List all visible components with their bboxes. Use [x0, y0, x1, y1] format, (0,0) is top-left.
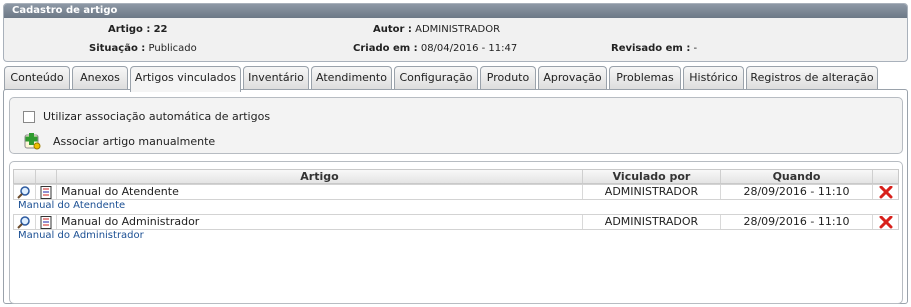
autor-field: Autor : ADMINISTRADOR: [373, 24, 500, 35]
magnifier-icon[interactable]: [17, 216, 31, 229]
tab-bar: Conteúdo Anexos Artigos vinculados Inven…: [4, 66, 908, 92]
header-artigo: Artigo: [56, 170, 582, 183]
tab-atendimento[interactable]: Atendimento: [311, 66, 392, 90]
manual-association-button[interactable]: Associar artigo manualmente: [53, 135, 215, 148]
article-title: Manual do Atendente: [56, 185, 582, 199]
criado-value: 08/04/2016 - 11:47: [420, 43, 518, 54]
article-link[interactable]: Manual do Administrador: [18, 230, 144, 241]
linked-by: ADMINISTRADOR: [582, 215, 720, 229]
tab-produto[interactable]: Produto: [480, 66, 536, 90]
revisado-field: Revisado em : -: [611, 43, 697, 54]
tab-content-artigos-vinculados: Utilizar associação automática de artigo…: [3, 89, 908, 304]
document-list-icon[interactable]: [39, 186, 53, 199]
article-link[interactable]: Manual do Atendente: [18, 200, 125, 211]
panel-title: Cadastro de artigo: [4, 4, 907, 18]
linked-articles-table: Artigo Viculado por Quando Manual do Ate…: [9, 161, 903, 304]
table-header: Artigo Viculado por Quando: [13, 169, 899, 184]
tab-artigos-vinculados[interactable]: Artigos vinculados: [130, 66, 241, 92]
auto-association-checkbox[interactable]: [23, 111, 35, 123]
artigo-label: Artigo :: [108, 24, 151, 35]
tab-configuracao[interactable]: Configuração: [394, 66, 478, 90]
delete-x-icon[interactable]: [879, 186, 893, 199]
header-view-col: [14, 170, 35, 183]
linked-when: 28/09/2016 - 11:10: [720, 185, 872, 199]
details-cell: [35, 215, 56, 229]
magnifier-icon[interactable]: [17, 186, 31, 199]
tab-anexos[interactable]: Anexos: [72, 66, 128, 90]
details-cell: [35, 185, 56, 199]
tab-aprovacao[interactable]: Aprovação: [538, 66, 607, 90]
tab-inventario[interactable]: Inventário: [243, 66, 309, 90]
tab-problemas[interactable]: Problemas: [609, 66, 681, 90]
table-row: Manual do Administrador ADMINISTRADOR 28…: [13, 214, 899, 230]
tab-registros-alteracao[interactable]: Registros de alteração: [746, 66, 878, 90]
situacao-value: Publicado: [148, 43, 197, 54]
linked-when: 28/09/2016 - 11:10: [720, 215, 872, 229]
tab-historico[interactable]: Histórico: [683, 66, 744, 90]
tab-conteudo[interactable]: Conteúdo: [4, 66, 70, 90]
article-title: Manual do Administrador: [56, 215, 582, 229]
artigo-field: Artigo : 22: [108, 24, 168, 35]
header-details-col: [35, 170, 56, 183]
table-row: Manual do Atendente ADMINISTRADOR 28/09/…: [13, 184, 899, 200]
header-actions-col: [872, 170, 898, 183]
header-vinculado-por: Viculado por: [582, 170, 720, 183]
linked-by: ADMINISTRADOR: [582, 185, 720, 199]
add-article-icon[interactable]: [22, 132, 42, 150]
delete-cell: [872, 185, 898, 199]
revisado-label: Revisado em :: [611, 43, 691, 54]
criado-label: Criado em :: [353, 43, 418, 54]
situacao-label: Situação :: [89, 43, 146, 54]
autor-value: ADMINISTRADOR: [415, 24, 501, 35]
header-quando: Quando: [720, 170, 872, 183]
delete-x-icon[interactable]: [879, 216, 893, 229]
auto-association-label: Utilizar associação automática de artigo…: [43, 110, 271, 123]
autor-label: Autor :: [373, 24, 412, 35]
artigo-value: 22: [153, 24, 168, 35]
delete-cell: [872, 215, 898, 229]
document-list-icon[interactable]: [39, 216, 53, 229]
revisado-value: -: [693, 43, 698, 54]
view-cell: [14, 215, 35, 229]
article-info-panel: Cadastro de artigo Artigo : 22 Autor : A…: [3, 3, 908, 62]
view-cell: [14, 185, 35, 199]
criado-field: Criado em : 08/04/2016 - 11:47: [353, 43, 517, 54]
situacao-field: Situação : Publicado: [89, 43, 197, 54]
association-options: Utilizar associação automática de artigo…: [9, 97, 903, 154]
